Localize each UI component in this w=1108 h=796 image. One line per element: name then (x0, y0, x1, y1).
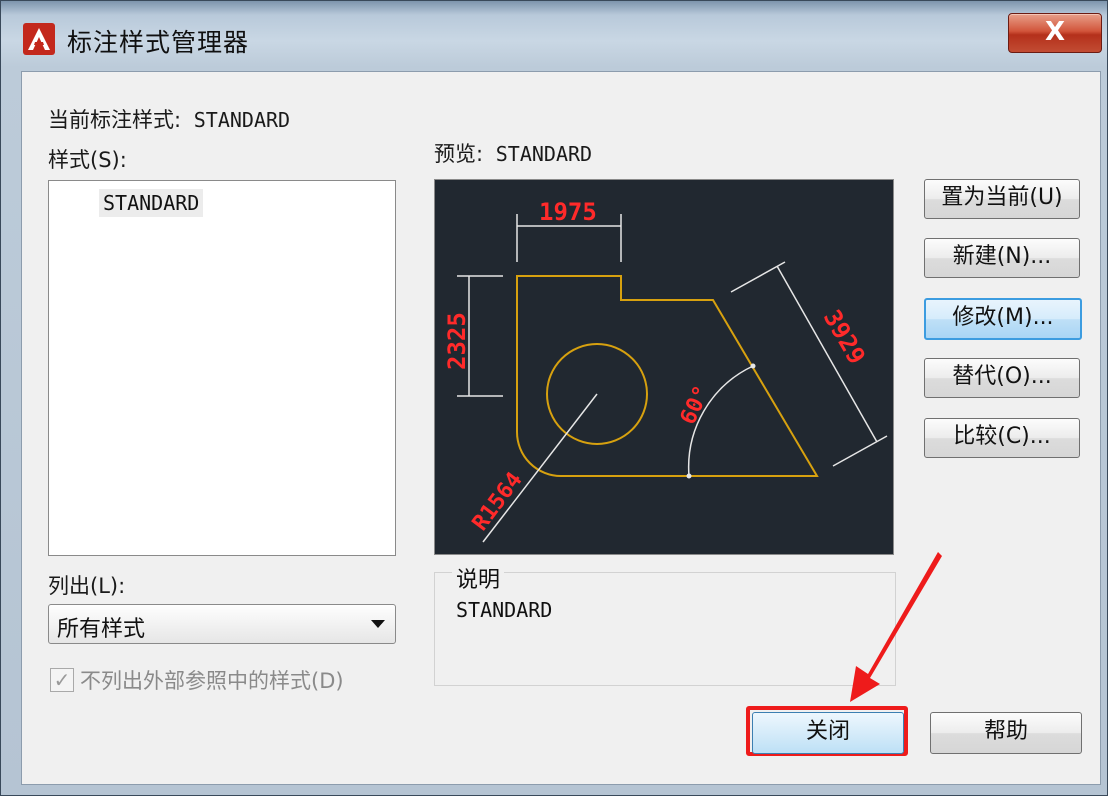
dimension-preview-drawing: 1975 2325 3929 60° R1564 (443, 198, 888, 543)
list-filter-label: 列出(L): (48, 574, 126, 598)
current-style-label: 当前标注样式: (48, 108, 182, 132)
preview-canvas: 1975 2325 3929 60° R1564 (434, 179, 894, 555)
new-style-button[interactable]: 新建(N)... (924, 238, 1080, 278)
dim-slant-text: 3929 (818, 305, 871, 369)
description-title: 说明 (452, 562, 505, 594)
help-button[interactable]: 帮助 (930, 712, 1082, 754)
title-bar[interactable]: 标注样式管理器 X (1, 1, 1107, 69)
description-text: STANDARD (456, 598, 553, 622)
override-style-button[interactable]: 替代(O)... (924, 358, 1080, 398)
preview-label: 预览: (434, 142, 484, 166)
set-current-button[interactable]: 置为当前(U) (924, 179, 1080, 219)
window-title: 标注样式管理器 (67, 28, 250, 57)
dim-radius-text: R1564 (468, 468, 528, 536)
dimension-style-manager-window: 标注样式管理器 X 当前标注样式: STANDARD 样式(S): STANDA… (0, 0, 1108, 796)
list-filter-selected: 所有样式 (57, 617, 146, 642)
preview-style-name: STANDARD (495, 142, 593, 166)
close-icon: X (1044, 17, 1066, 47)
modify-style-button[interactable]: 修改(M)... (924, 298, 1082, 340)
preview-row: 预览: STANDARD (434, 138, 592, 168)
styles-list-item-standard[interactable]: STANDARD (99, 189, 204, 217)
dim-radius-leader (482, 393, 598, 543)
dim-angle-marker-start (686, 473, 692, 479)
dim-left-text: 2325 (443, 312, 471, 370)
dim-angle-text: 60° (676, 382, 715, 429)
autocad-logo-icon (23, 23, 55, 55)
styles-list[interactable]: STANDARD (48, 180, 396, 556)
exclude-xref-checkbox[interactable]: ✓ (50, 668, 74, 692)
preview-geometry-outline (516, 275, 819, 477)
dim-angle-marker-end (750, 363, 756, 369)
exclude-xref-label: 不列出外部参照中的样式(D) (80, 669, 344, 693)
list-filter-select[interactable]: 所有样式 (48, 604, 396, 644)
window-close-button[interactable]: X (1008, 13, 1102, 53)
dim-top-text: 1975 (539, 198, 597, 226)
dialog-client-area: 当前标注样式: STANDARD 样式(S): STANDARD 列出(L): … (21, 71, 1101, 785)
close-dialog-button[interactable]: 关闭 (752, 712, 904, 754)
current-style-value: STANDARD (193, 108, 291, 132)
compare-style-button[interactable]: 比较(C)... (924, 418, 1080, 458)
dropdown-arrow-icon (371, 620, 385, 628)
styles-label: 样式(S): (48, 148, 127, 172)
current-style-row: 当前标注样式: STANDARD (48, 104, 290, 134)
